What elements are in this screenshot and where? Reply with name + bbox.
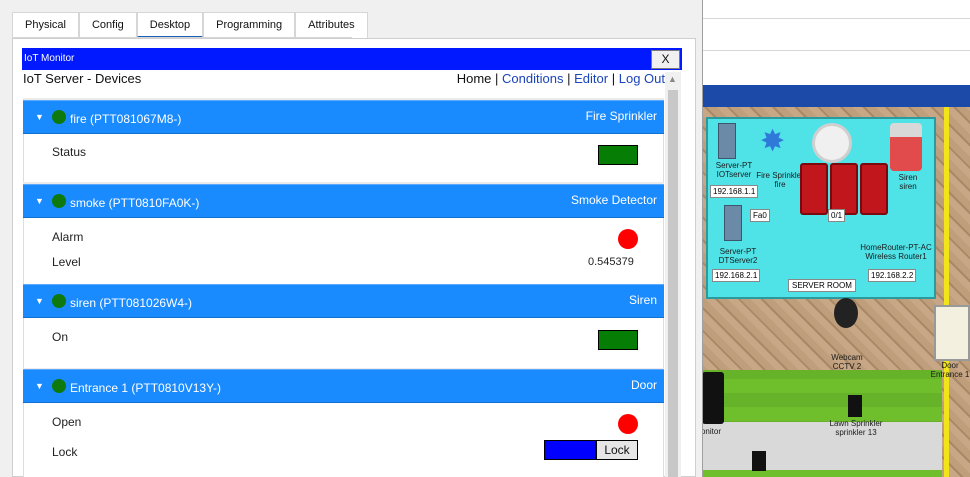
property-label: Level — [52, 255, 81, 269]
server-tower-icon[interactable] — [724, 205, 742, 241]
webcam-label: Webcam CCTV 2 — [831, 353, 863, 371]
device-type: Fire Sprinkler — [585, 109, 657, 123]
property-label: On — [52, 330, 69, 344]
lawn-path — [702, 422, 942, 470]
close-button[interactable]: X — [651, 50, 680, 69]
fire-sprinkler-icon[interactable]: ✸ — [760, 127, 785, 157]
monitor-label: onitor — [702, 427, 721, 436]
nav-links: Home | Conditions | Editor | Log Out — [457, 71, 665, 86]
yellow-pole — [944, 107, 949, 477]
status-dot-icon — [52, 110, 66, 124]
status-dot-icon — [52, 194, 66, 208]
tab-bar: Physical Config Desktop Programming Attr… — [12, 12, 368, 38]
door-label: Door Entrance 1 — [930, 361, 970, 379]
tab-programming[interactable]: Programming — [203, 12, 296, 38]
device-type: Smoke Detector — [570, 193, 657, 207]
lawn-sprinkler-icon[interactable] — [752, 451, 766, 471]
logical-workspace[interactable]: Server-PT IOTserver 192.168.1.1 ✸ Fire S… — [702, 85, 970, 477]
device-name: smoke (PTT0810FA0K-) — [70, 196, 200, 210]
server-room-zone: Server-PT IOTserver 192.168.1.1 ✸ Fire S… — [706, 117, 936, 299]
device-body-smoke: Alarm Level 0.545379 — [23, 218, 664, 284]
open-indicator — [618, 414, 638, 434]
collapse-caret-icon[interactable]: ▼ — [35, 112, 44, 122]
device-body-fire: Status — [23, 134, 664, 182]
property-label: Open — [52, 415, 82, 429]
device-window: Physical Config Desktop Programming Attr… — [0, 0, 703, 477]
status-toggle[interactable] — [598, 145, 638, 165]
logout-link[interactable]: Log Out — [619, 71, 665, 86]
lock-value-field[interactable] — [544, 440, 596, 460]
fire-monitor-icon[interactable] — [860, 163, 888, 215]
tab-desktop[interactable]: Desktop — [136, 12, 204, 38]
port-label: Fa0 — [750, 209, 770, 222]
status-dot-icon — [52, 379, 66, 393]
collapse-caret-icon[interactable]: ▼ — [35, 196, 44, 206]
router-ip: 192.168.2.2 — [868, 269, 917, 282]
device-header-fire[interactable]: ▼ fire (PTT081067M8-) Fire Sprinkler — [23, 100, 664, 134]
divider — [703, 18, 970, 19]
device-type: Door — [630, 378, 657, 392]
collapse-caret-icon[interactable]: ▼ — [35, 296, 44, 306]
divider — [703, 50, 970, 51]
device-name: Entrance 1 (PTT0810V13Y-) — [70, 381, 221, 395]
iot-monitor-titlebar: IoT Monitor — [22, 48, 682, 70]
port-label: 0/1 — [828, 209, 846, 222]
nav-separator: | — [567, 71, 571, 86]
tab-attributes[interactable]: Attributes — [295, 12, 368, 38]
vertical-scrollbar[interactable]: ▲ — [665, 72, 681, 477]
toolbar-strip — [702, 0, 970, 85]
smoke-detector-icon[interactable] — [812, 123, 852, 163]
editor-link[interactable]: Editor — [574, 71, 608, 86]
lock-button[interactable]: Lock — [596, 440, 638, 460]
scroll-up-arrow-icon[interactable]: ▲ — [668, 74, 677, 84]
property-label: Status — [52, 145, 87, 159]
nav-separator: | — [611, 71, 616, 86]
device-type: Siren — [628, 293, 657, 307]
device-body-entrance: Open Lock Lock — [23, 403, 664, 477]
fire-monitor-icon[interactable] — [800, 163, 828, 215]
collapse-caret-icon[interactable]: ▼ — [35, 381, 44, 391]
property-label: Alarm — [52, 230, 84, 244]
status-dot-icon — [52, 294, 66, 308]
lawn-sprinkler-icon[interactable] — [848, 395, 862, 417]
server-room-label: SERVER ROOM — [788, 279, 856, 292]
device-list: ▼ fire (PTT081067M8-) Fire Sprinkler Sta… — [23, 98, 664, 477]
page-title: IoT Server - Devices — [23, 71, 142, 86]
browser-header: IoT Server - Devices Home | Conditions |… — [22, 70, 682, 90]
on-toggle[interactable] — [598, 330, 638, 350]
device-body-siren: On — [23, 318, 664, 368]
lawn-sprinkler-label: Lawn Sprinkler sprinkler 13 — [829, 419, 883, 437]
conditions-link[interactable]: Conditions — [502, 71, 563, 86]
alarm-indicator — [618, 229, 638, 249]
device-header-entrance[interactable]: ▼ Entrance 1 (PTT0810V13Y-) Door — [23, 369, 664, 403]
router-label: HomeRouter-PT-AC Wireless Router1 — [860, 243, 932, 261]
siren-icon[interactable] — [890, 123, 922, 171]
device-header-smoke[interactable]: ▼ smoke (PTT0810FA0K-) Smoke Detector — [23, 184, 664, 218]
siren-label: Siren siren — [898, 173, 918, 191]
server2-label: Server-PT DTServer2 — [718, 247, 758, 265]
server-tower-icon[interactable] — [718, 123, 736, 159]
property-label: Lock — [52, 445, 78, 459]
tab-config[interactable]: Config — [78, 12, 137, 38]
device-name: fire (PTT081067M8-) — [70, 112, 182, 126]
monitor-icon[interactable] — [702, 372, 724, 424]
nav-separator: | — [495, 71, 499, 86]
fire-monitor-icon[interactable] — [830, 163, 858, 215]
door-icon[interactable] — [934, 305, 970, 361]
level-value: 0.545379 — [588, 256, 634, 268]
device-header-siren[interactable]: ▼ siren (PTT081026W4-) Siren — [23, 284, 664, 318]
scrollbar-thumb[interactable] — [668, 90, 678, 477]
tab-physical[interactable]: Physical — [12, 12, 79, 38]
device-name: siren (PTT081026W4-) — [70, 296, 193, 310]
server2-ip: 192.168.2.1 — [712, 269, 761, 282]
webcam-icon[interactable] — [834, 298, 858, 328]
home-link[interactable]: Home — [457, 71, 492, 86]
